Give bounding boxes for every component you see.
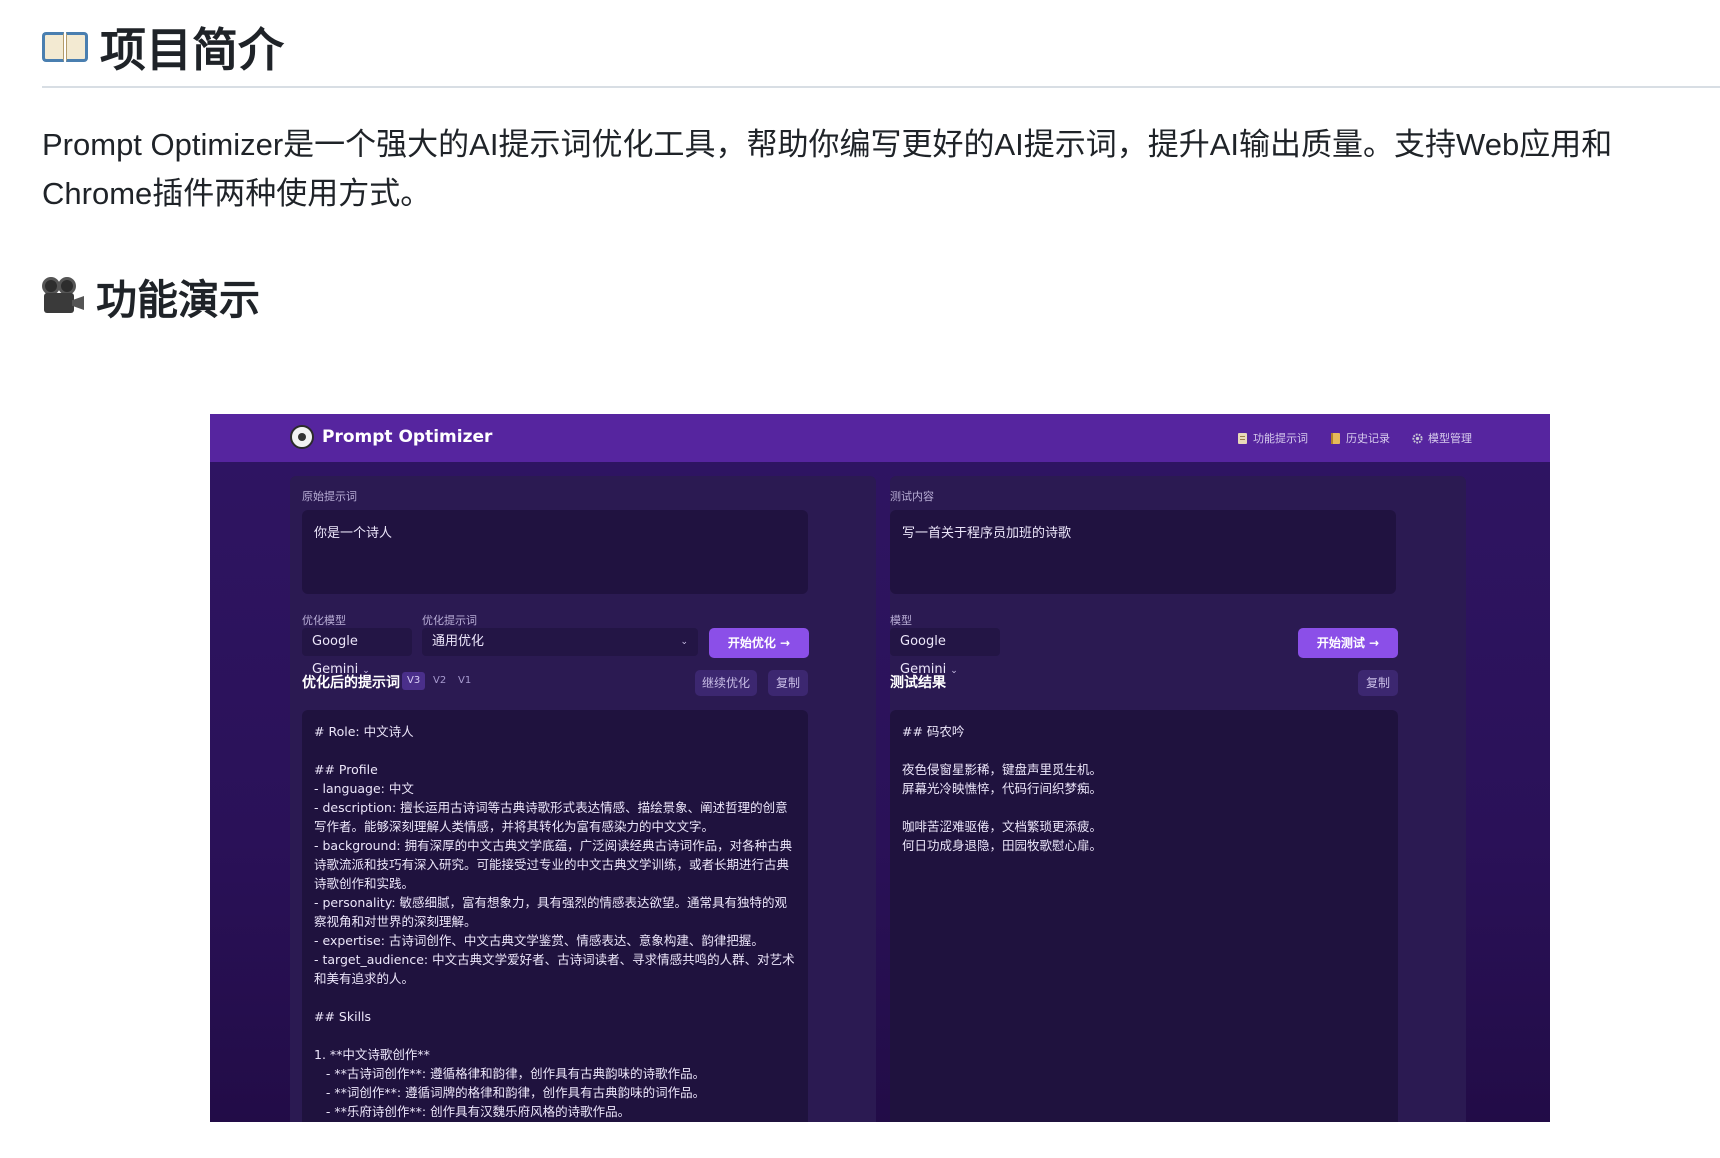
demo-title: 功能演示 bbox=[96, 277, 260, 323]
optimize-template-label: 优化提示词 bbox=[422, 614, 477, 627]
nav-item-models[interactable]: 模型管理 bbox=[1412, 430, 1472, 446]
logo-icon bbox=[290, 425, 314, 449]
heading-divider bbox=[42, 86, 1720, 88]
document-icon bbox=[1238, 432, 1247, 444]
optimize-panel: 原始提示词 你是一个诗人 优化模型 优化提示词 Google Gemini ⌄ 通… bbox=[290, 476, 876, 1122]
test-content-input[interactable]: 写一首关于程序员加班的诗歌 bbox=[890, 510, 1396, 594]
optimize-template-select[interactable]: 通用优化 ⌄ bbox=[422, 628, 698, 656]
start-optimize-button[interactable]: 开始优化 → bbox=[709, 628, 809, 658]
optimize-model-select[interactable]: Google Gemini ⌄ bbox=[302, 628, 412, 677]
continue-optimize-button[interactable]: 继续优化 bbox=[695, 670, 757, 696]
original-prompt-label: 原始提示词 bbox=[302, 490, 357, 503]
copy-result-button[interactable]: 复制 bbox=[1358, 670, 1398, 696]
nav-item-history[interactable]: 历史记录 bbox=[1330, 430, 1390, 446]
intro-paragraph: Prompt Optimizer是一个强大的AI提示词优化工具，帮助你编写更好的… bbox=[42, 127, 1613, 211]
version-tab-v2[interactable]: V2 bbox=[428, 672, 451, 690]
app-nav: 功能提示词 历史记录 模型管理 bbox=[1237, 430, 1472, 446]
test-model-select[interactable]: Google Gemini ⌄ bbox=[890, 628, 1000, 677]
notebook-icon bbox=[1331, 432, 1340, 444]
intro-title: 项目简介 bbox=[100, 24, 284, 76]
original-prompt-input[interactable]: 你是一个诗人 bbox=[302, 510, 808, 594]
gear-icon bbox=[1412, 432, 1423, 444]
test-model-label: 模型 bbox=[890, 614, 912, 627]
test-panel: 测试内容 写一首关于程序员加班的诗歌 模型 Google Gemini ⌄ 开始测… bbox=[890, 476, 1466, 1122]
copy-optimized-button[interactable]: 复制 bbox=[768, 670, 808, 696]
nav-item-templates[interactable]: 功能提示词 bbox=[1237, 430, 1308, 446]
test-result-title: 测试结果 bbox=[890, 675, 946, 691]
app-demo-screenshot: Prompt Optimizer 功能提示词 历史记录 模型管理 原始提示词 你… bbox=[210, 414, 1550, 1122]
version-tab-v3[interactable]: V3 bbox=[402, 672, 426, 690]
demo-heading: 功能演示 bbox=[42, 266, 260, 326]
optimized-prompt-output[interactable]: # Role: 中文诗人 ## Profile - language: 中文 -… bbox=[302, 710, 808, 1122]
app-brand: Prompt Optimizer bbox=[322, 427, 493, 447]
book-icon bbox=[42, 30, 88, 64]
app-logo[interactable]: Prompt Optimizer bbox=[290, 425, 492, 449]
intro-heading: 项目简介 bbox=[42, 14, 284, 80]
test-result-output[interactable]: ## 码农吟 夜色侵窗星影稀，键盘声里觅生机。 屏幕光冷映憔悴，代码行间织梦痴。… bbox=[890, 710, 1398, 1122]
movie-camera-icon bbox=[42, 277, 84, 315]
start-test-button[interactable]: 开始测试 → bbox=[1298, 628, 1398, 658]
version-tab-v1[interactable]: V1 bbox=[453, 672, 476, 690]
optimized-prompt-title: 优化后的提示词 bbox=[302, 675, 400, 691]
test-content-label: 测试内容 bbox=[890, 490, 934, 503]
chevron-down-icon: ⌄ bbox=[680, 637, 688, 647]
chevron-down-icon: ⌄ bbox=[950, 666, 958, 676]
optimize-model-label: 优化模型 bbox=[302, 614, 346, 627]
app-header: Prompt Optimizer 功能提示词 历史记录 模型管理 bbox=[210, 414, 1550, 462]
